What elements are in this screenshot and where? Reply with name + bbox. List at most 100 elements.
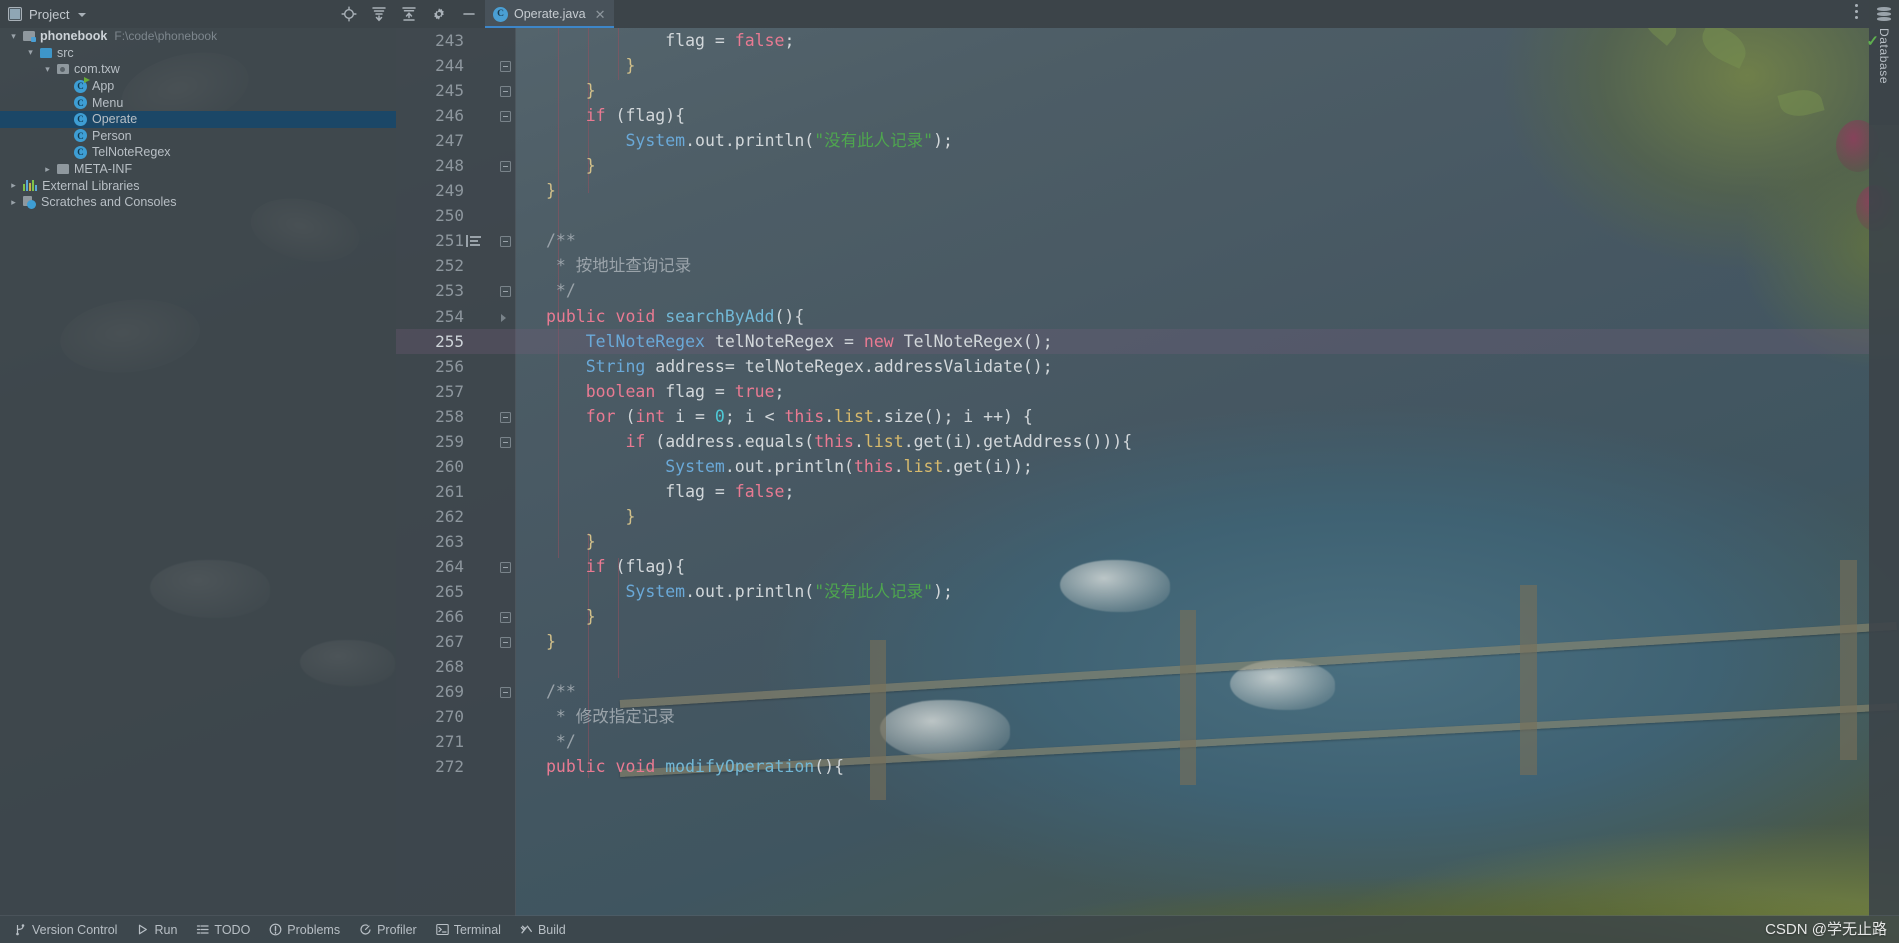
tree-row-src[interactable]: src xyxy=(0,45,396,62)
code-line[interactable]: 251 /** xyxy=(396,228,1869,253)
code-text: } xyxy=(625,56,636,76)
chevron-down-icon[interactable] xyxy=(78,13,87,17)
code-line[interactable]: 269 /** xyxy=(396,679,1869,704)
code-line[interactable]: 244 } xyxy=(396,53,1869,78)
line-number: 268 xyxy=(435,657,464,677)
code-line[interactable]: 243 flag = false; xyxy=(396,28,1869,53)
javadoc-marker-icon[interactable] xyxy=(466,235,482,248)
tree-row-meta-inf[interactable]: META-INF xyxy=(0,161,396,178)
statusbar-build[interactable]: Build xyxy=(514,923,579,937)
code-line[interactable]: 262 } xyxy=(396,504,1869,529)
database-icon xyxy=(1877,7,1891,22)
tree-row-menu[interactable]: C Menu xyxy=(0,94,396,111)
chevron-collapse-icon[interactable] xyxy=(8,181,19,190)
expand-all-icon[interactable] xyxy=(371,6,387,22)
code-line[interactable]: 253 */ xyxy=(396,278,1869,303)
code-line[interactable]: 249} xyxy=(396,178,1869,203)
code-fold-icon[interactable] xyxy=(500,436,511,448)
statusbar-terminal[interactable]: Terminal xyxy=(430,923,514,937)
code-fold-icon[interactable] xyxy=(500,236,511,248)
project-tree[interactable]: phonebook F:\code\phonebook src com.txw … xyxy=(0,28,396,916)
tree-row-external-libraries[interactable]: External Libraries xyxy=(0,177,396,194)
code-line[interactable]: 246 if (flag){ xyxy=(396,103,1869,128)
more-vertical-icon[interactable] xyxy=(1855,4,1858,19)
code-line[interactable]: 247 System.out.println("没有此人记录"); xyxy=(396,128,1869,153)
code-line[interactable]: 266 } xyxy=(396,604,1869,629)
code-text: * 修改指定记录 xyxy=(546,707,675,727)
tree-row-person[interactable]: C Person xyxy=(0,128,396,145)
code-line[interactable]: 245 } xyxy=(396,78,1869,103)
code-text: } xyxy=(585,156,596,176)
gear-icon[interactable] xyxy=(431,6,447,22)
module-path: F:\code\phonebook xyxy=(114,29,218,44)
code-line[interactable]: 256 String address= telNoteRegex.address… xyxy=(396,354,1869,379)
statusbar-label: TODO xyxy=(214,922,251,937)
tree-row-phonebook[interactable]: phonebook F:\code\phonebook xyxy=(0,28,396,45)
code-fold-icon[interactable] xyxy=(500,687,511,699)
code-fold-icon[interactable] xyxy=(500,286,511,298)
line-number: 269 xyxy=(435,682,464,702)
code-line[interactable]: 264 if (flag){ xyxy=(396,554,1869,579)
code-fold-icon[interactable] xyxy=(500,561,511,573)
terminal-icon xyxy=(435,923,449,936)
close-icon[interactable]: ✕ xyxy=(595,8,606,21)
code-line[interactable]: 267} xyxy=(396,629,1869,654)
code-text: if (address.equals(this.list.get(i).getA… xyxy=(625,431,1133,451)
code-line[interactable]: 255 TelNoteRegex telNoteRegex = new TelN… xyxy=(396,328,1869,354)
tool-tab-database[interactable]: Database xyxy=(1869,0,1899,125)
code-line[interactable]: 272 public void modifyOperation(){ xyxy=(396,754,1869,779)
code-line[interactable]: 254 public void searchByAdd(){ xyxy=(396,304,1869,329)
code-line[interactable]: 271 */ xyxy=(396,729,1869,754)
code-fold-icon[interactable] xyxy=(500,111,511,123)
collapse-all-icon[interactable] xyxy=(401,6,417,22)
code-fold-icon[interactable] xyxy=(500,86,511,98)
code-text: } xyxy=(585,607,596,627)
code-line[interactable]: 265 System.out.println("没有此人记录"); xyxy=(396,579,1869,604)
tab-operate-java[interactable]: C Operate.java ✕ xyxy=(485,0,615,28)
code-line[interactable]: 258 for (int i = 0; i < this.list.size()… xyxy=(396,404,1869,429)
statusbar-version-control[interactable]: Version Control xyxy=(8,923,130,937)
chevron-expand-icon[interactable] xyxy=(25,48,36,57)
code-lines-container[interactable]: 243 flag = false; 244 } 245 } 246 if (flag)… xyxy=(396,28,1869,916)
code-line[interactable]: 248 } xyxy=(396,153,1869,178)
code-fold-icon[interactable] xyxy=(500,312,511,323)
line-number: 271 xyxy=(435,732,464,752)
editor-tab-strip: C Operate.java ✕ xyxy=(485,0,1899,28)
code-line[interactable]: 260 System.out.println(this.list.get(i))… xyxy=(396,454,1869,479)
code-line[interactable]: 261 flag = false; xyxy=(396,479,1869,504)
chevron-expand-icon[interactable] xyxy=(8,32,19,41)
locate-icon[interactable] xyxy=(341,6,357,22)
line-number: 251 xyxy=(435,231,464,251)
code-fold-icon[interactable] xyxy=(500,161,511,173)
tree-row-com-txw[interactable]: com.txw xyxy=(0,61,396,78)
code-line[interactable]: 268 xyxy=(396,654,1869,679)
minimize-icon[interactable] xyxy=(461,6,477,22)
tree-row-operate[interactable]: C Operate xyxy=(0,110,396,128)
tree-row-telnoteregex[interactable]: C TelNoteRegex xyxy=(0,144,396,161)
code-text: boolean flag = true; xyxy=(585,381,785,401)
code-line[interactable]: 257 boolean flag = true; xyxy=(396,379,1869,404)
code-fold-icon[interactable] xyxy=(500,61,511,73)
chevron-expand-icon[interactable] xyxy=(42,65,53,74)
statusbar-profiler[interactable]: Profiler xyxy=(353,923,430,937)
line-number: 267 xyxy=(435,632,464,652)
statusbar-problems[interactable]: Problems xyxy=(263,923,353,937)
code-text: /** xyxy=(546,231,576,251)
code-line[interactable]: 252 * 按地址查询记录 xyxy=(396,253,1869,278)
chevron-collapse-icon[interactable] xyxy=(42,165,53,174)
chevron-collapse-icon[interactable] xyxy=(8,198,19,207)
statusbar-run[interactable]: Run xyxy=(130,923,190,937)
tree-row-app[interactable]: C App xyxy=(0,76,396,95)
code-editor[interactable]: 243 flag = false; 244 } 245 } 246 if (flag)… xyxy=(396,28,1869,916)
code-line[interactable]: 270 * 修改指定记录 xyxy=(396,704,1869,729)
statusbar-todo[interactable]: TODO xyxy=(190,923,263,937)
code-line[interactable]: 250 xyxy=(396,203,1869,228)
java-class-icon: C xyxy=(74,145,87,159)
code-fold-icon[interactable] xyxy=(500,411,511,423)
code-fold-icon[interactable] xyxy=(500,612,511,624)
code-line[interactable]: 263 } xyxy=(396,529,1869,554)
tree-row-scratches-and-consoles[interactable]: Scratches and Consoles xyxy=(0,194,396,211)
line-number: 255 xyxy=(435,331,464,351)
code-fold-icon[interactable] xyxy=(500,637,511,649)
code-line[interactable]: 259 if (address.equals(this.list.get(i).… xyxy=(396,429,1869,454)
